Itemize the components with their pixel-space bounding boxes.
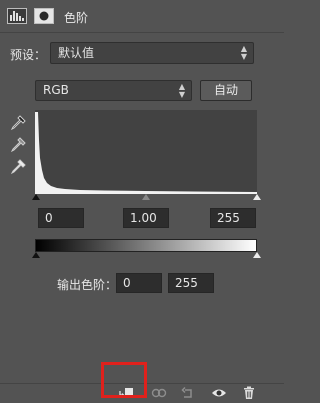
preset-value: 默认值: [58, 46, 95, 60]
output-black-field[interactable]: 0: [116, 273, 162, 293]
input-black-slider[interactable]: [32, 194, 40, 200]
output-white-slider[interactable]: [253, 252, 261, 258]
input-black-field[interactable]: 0: [38, 208, 84, 228]
mask-icon[interactable]: [34, 8, 54, 24]
reset-icon[interactable]: [180, 386, 196, 400]
input-gamma-slider[interactable]: [142, 194, 150, 200]
black-point-eyedropper-icon[interactable]: [9, 114, 27, 132]
white-point-eyedropper-icon[interactable]: [9, 158, 27, 176]
input-white-slider[interactable]: [253, 194, 261, 200]
gray-point-eyedropper-icon[interactable]: [9, 136, 27, 154]
view-previous-state-icon[interactable]: [151, 386, 167, 400]
header-divider: [0, 32, 284, 33]
output-white-field[interactable]: 255: [168, 273, 214, 293]
histogram-icon[interactable]: [7, 8, 27, 24]
visibility-icon[interactable]: [211, 386, 227, 400]
histogram: [35, 110, 257, 194]
panel-title: 色阶: [64, 11, 89, 25]
select-arrows-icon: ▲ ▼: [178, 82, 185, 99]
delete-icon[interactable]: [241, 386, 257, 400]
input-gamma-field[interactable]: 1.00: [123, 208, 169, 228]
channel-value: RGB: [43, 83, 69, 97]
auto-button[interactable]: 自动: [200, 80, 252, 101]
preset-label: 预设：: [10, 48, 47, 62]
output-black-slider[interactable]: [32, 252, 40, 258]
annotation-highlight-box: [101, 362, 147, 398]
select-arrows-icon: ▲ ▼: [240, 44, 247, 61]
output-gradient: [35, 239, 257, 252]
channel-select[interactable]: RGB ▲ ▼: [35, 80, 192, 101]
output-levels-label: 输出色阶：: [57, 278, 118, 292]
input-white-field[interactable]: 255: [210, 208, 256, 228]
preset-select[interactable]: 默认值 ▲ ▼: [50, 42, 254, 64]
